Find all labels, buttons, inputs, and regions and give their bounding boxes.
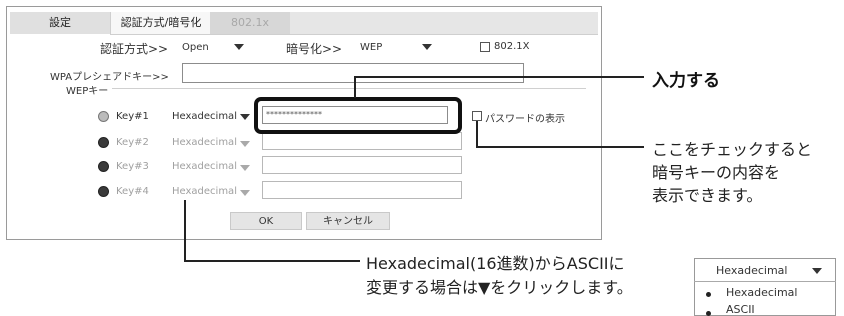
key3-label: Key#3 [116,161,149,172]
key1-format-value[interactable]: Hexadecimal [172,111,237,122]
key2-format-value[interactable]: Hexadecimal [172,137,237,148]
format-callout-line-v [184,200,186,262]
tab-auth-encryption[interactable]: 認証方式/暗号化 [110,12,212,34]
tab-settings[interactable]: 設定 [10,12,110,34]
annotation-checkbox-line3: 表示できます。 [652,186,763,205]
input-callout-line-v [354,76,356,98]
show-password-label: パスワードの表示 [485,114,565,125]
key3-format-dropdown-arrow[interactable] [240,165,250,171]
tab-8021x[interactable]: 802.1x [210,12,290,34]
auth-method-label: 認証方式>> [100,42,169,56]
ok-button[interactable]: OK [230,212,302,230]
annotation-format-line2: 変更する場合は▼をクリックします。 [366,278,633,297]
cancel-button[interactable]: キャンセル [306,212,390,230]
option-bullet-icon [706,292,711,297]
format-dropdown-selected[interactable]: Hexadecimal [716,264,787,277]
key4-radio[interactable] [98,186,109,197]
input-callout-line-h [354,76,644,78]
encryption-value[interactable]: WEP [360,42,382,53]
key1-highlight-frame [254,97,462,134]
annotation-checkbox-line1: ここをチェックすると [652,140,813,159]
auth-method-dropdown-arrow[interactable] [234,44,244,50]
wep-group-label: WEPキー [66,82,113,97]
key2-radio[interactable] [98,137,109,148]
annotation-input: 入力する [652,71,720,91]
key4-format-value[interactable]: Hexadecimal [172,186,237,197]
key3-format-value[interactable]: Hexadecimal [172,161,237,172]
key1-radio[interactable] [98,111,109,122]
key1-format-dropdown-arrow[interactable] [240,114,250,120]
show-password-checkbox[interactable] [472,111,482,121]
format-option-ascii[interactable]: ASCII [726,303,755,316]
annotation-checkbox-line2: 暗号キーの内容を [652,163,781,182]
auth-method-value[interactable]: Open [182,42,209,53]
format-dropdown-arrow[interactable] [812,268,822,274]
annotation-format-line1: Hexadecimal(16進数)からASCIIに [366,254,625,273]
encryption-dropdown-arrow[interactable] [422,44,432,50]
format-option-hexadecimal[interactable]: Hexadecimal [726,286,797,299]
option-bullet-icon [706,311,711,316]
tab-divider [110,34,598,35]
key2-input[interactable] [262,132,462,150]
checkbox-callout-line-h [476,146,644,148]
wep-group-divider [88,88,586,89]
key2-label: Key#2 [116,137,149,148]
key3-input[interactable] [262,156,462,174]
key3-radio[interactable] [98,161,109,172]
dot1x-checkbox-label: 802.1X [494,41,530,52]
dot1x-checkbox[interactable] [480,42,490,52]
checkbox-callout-line-v [476,121,478,147]
format-callout-line-h [184,260,360,262]
key2-format-dropdown-arrow[interactable] [240,141,250,147]
key4-input[interactable] [262,181,462,199]
key4-format-dropdown-arrow[interactable] [240,190,250,196]
wpa-psk-label: WPAプレシェアドキー>> [50,72,169,83]
wpa-psk-input[interactable] [182,63,524,83]
key1-label: Key#1 [116,111,149,122]
key4-label: Key#4 [116,186,149,197]
encryption-label: 暗号化>> [286,42,343,56]
